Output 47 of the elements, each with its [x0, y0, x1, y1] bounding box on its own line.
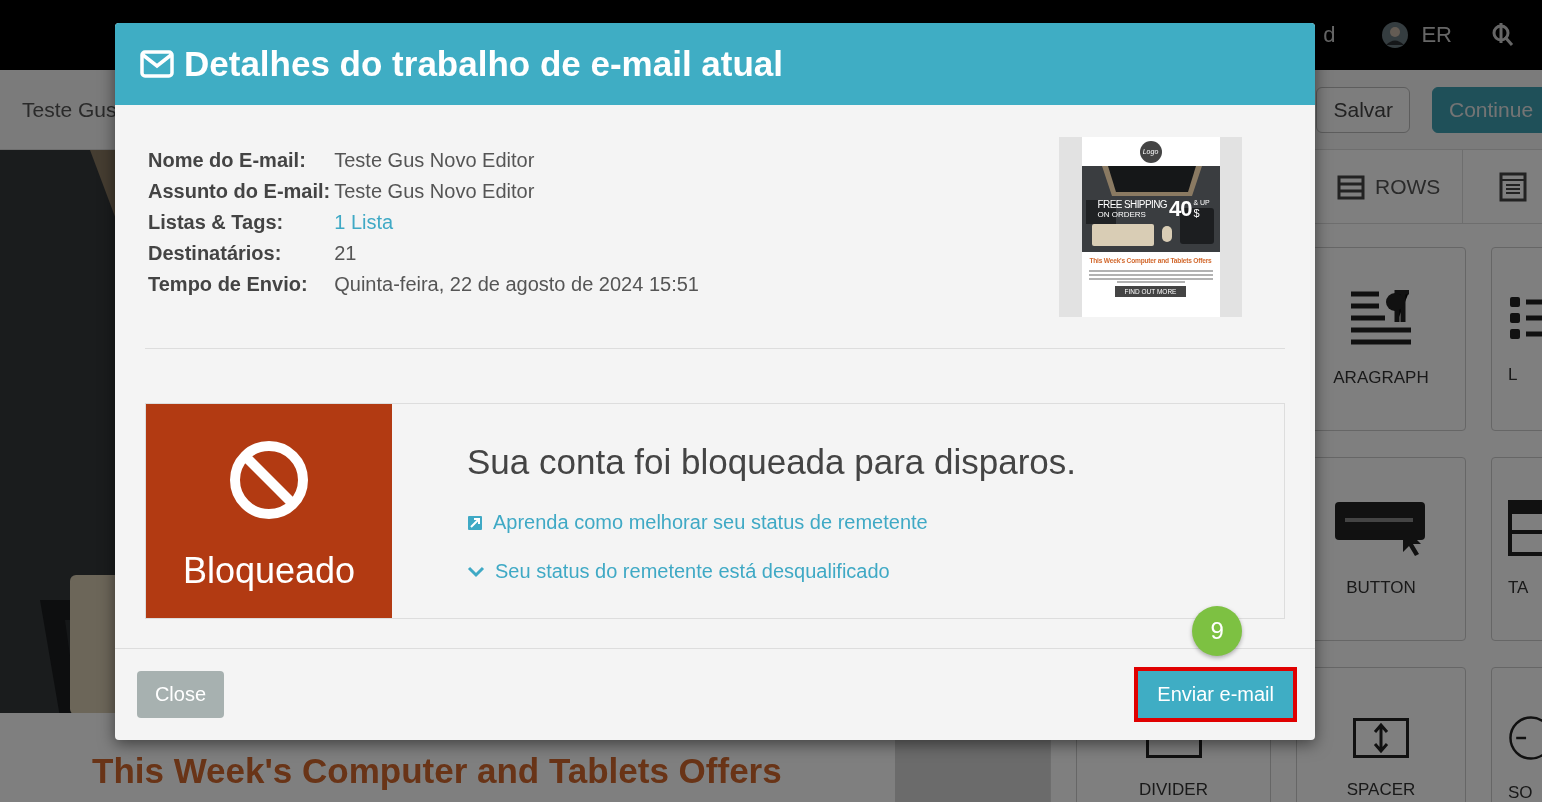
- save-button[interactable]: Salvar: [1316, 86, 1410, 133]
- block-label: SPACER: [1346, 780, 1416, 800]
- field-label: Nome do E-mail:: [148, 149, 307, 172]
- envelope-icon: [140, 50, 174, 78]
- block-tile[interactable]: L: [1491, 247, 1542, 431]
- block-label: ARAGRAPH: [1333, 368, 1429, 388]
- banner-title: FREE SHIPPING: [1097, 199, 1167, 210]
- field-label: Destinatários:: [148, 242, 283, 265]
- block-tile[interactable]: SPACER: [1296, 667, 1466, 802]
- field-value: Quinta-feira, 22 de agosto de 2024 15:51: [334, 273, 699, 296]
- banner-subtitle: ON ORDERS: [1097, 210, 1147, 219]
- step-badge: 9: [1192, 606, 1243, 656]
- chevron-down-icon: [467, 565, 485, 578]
- block-label: TA: [1508, 578, 1529, 598]
- external-link-icon: [467, 514, 483, 531]
- block-label: L: [1508, 365, 1518, 385]
- field-label: Listas & Tags:: [148, 211, 285, 234]
- banner-currency: $: [1193, 207, 1201, 219]
- close-button[interactable]: Close: [137, 671, 224, 718]
- status-label: Bloqueado: [182, 550, 356, 592]
- block-tile[interactable]: TA: [1491, 457, 1542, 641]
- block-label: BUTTON: [1346, 578, 1416, 598]
- blocked-icon: [229, 440, 309, 520]
- status-heading: Sua conta foi bloqueada para disparos.: [467, 442, 1077, 482]
- email-name: Teste Gus: [22, 97, 117, 122]
- search-icon[interactable]: [1491, 22, 1515, 48]
- user-initials[interactable]: ER: [1421, 22, 1452, 48]
- status-link[interactable]: Seu status do remetente está desqualificado: [495, 560, 890, 583]
- paragraph-icon: [1349, 290, 1413, 346]
- field-value: Teste Gus Novo Editor: [334, 180, 536, 203]
- banner-amount: 40: [1168, 196, 1192, 222]
- block-tile[interactable]: SO: [1491, 667, 1542, 802]
- list-link[interactable]: 1 Lista: [334, 211, 699, 234]
- header-text: d: [1323, 22, 1336, 48]
- field-label: Assunto do E-mail:: [148, 180, 331, 203]
- field-label: Tempo de Envio:: [148, 273, 309, 296]
- spacer-icon: [1353, 718, 1409, 758]
- block-label: DIVIDER: [1139, 780, 1208, 800]
- document-icon[interactable]: [1499, 171, 1527, 202]
- field-value: 21: [334, 242, 358, 265]
- button-icon: [1335, 500, 1427, 556]
- field-value: Teste Gus Novo Editor: [334, 149, 536, 172]
- status-link[interactable]: Aprenda como melhorar seu status de remetente: [493, 511, 928, 534]
- block-label: SO: [1508, 783, 1533, 802]
- email-headline: This Week's Computer and Tablets Offers: [92, 751, 782, 790]
- dialog-title: Detalhes do trabalho de e-mail atual: [184, 44, 784, 84]
- avatar-icon[interactable]: [1381, 21, 1410, 49]
